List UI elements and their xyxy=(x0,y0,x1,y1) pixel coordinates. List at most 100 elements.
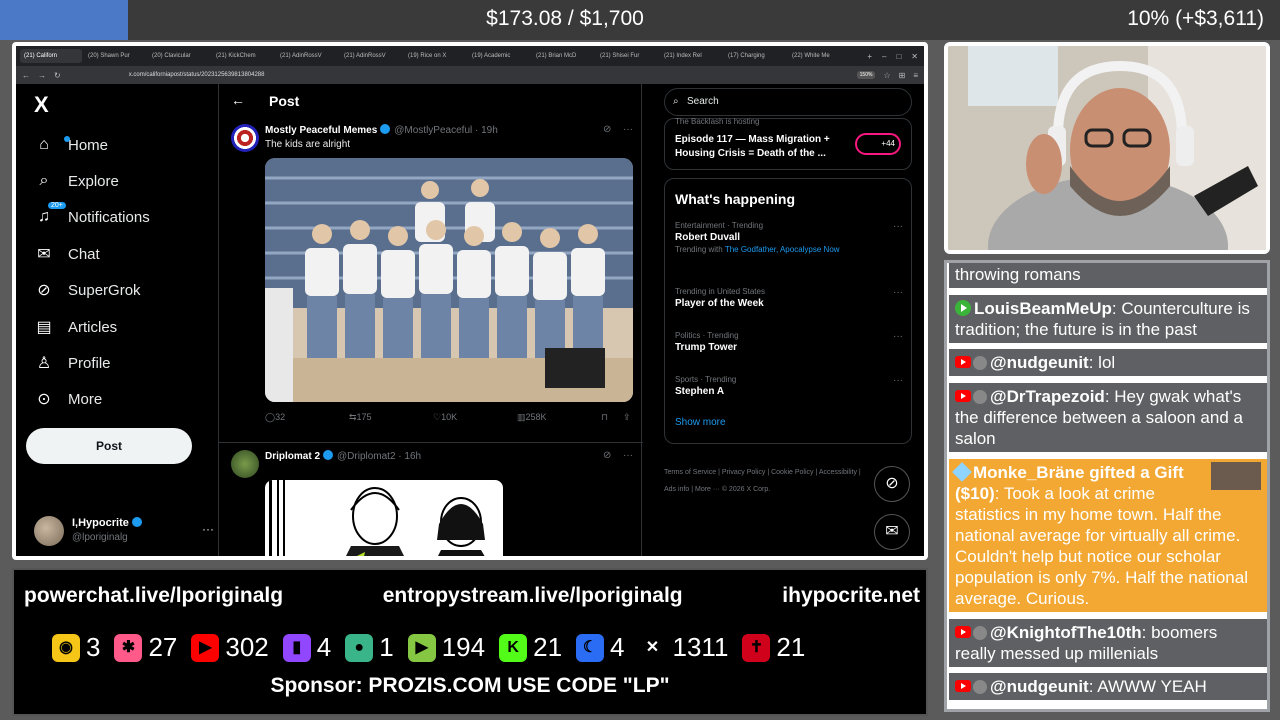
show-more-link[interactable]: Show more xyxy=(675,417,726,428)
browser-tab[interactable]: (20) Shawn Pur xyxy=(84,49,146,63)
post-avatar[interactable] xyxy=(231,124,259,152)
browser-tab[interactable]: (21) Brian McD xyxy=(532,49,594,63)
messages-fab-icon[interactable]: ✉ xyxy=(874,514,910,550)
post-1[interactable]: Mostly Peaceful Memes @MostlyPeaceful · 1… xyxy=(219,124,643,442)
heart-icon: ♡ xyxy=(433,412,442,422)
post-2[interactable]: Driplomat 2 @Driplomat2 · 16h ⊘ ··· xyxy=(219,450,643,556)
back-icon[interactable]: ← xyxy=(22,71,30,80)
close-icon[interactable]: ✕ xyxy=(911,52,918,61)
goal-amount: $173.08 / $1,700 xyxy=(486,7,644,30)
chat-message: @DrTrapezoid: Hey gwak what's the differ… xyxy=(949,383,1267,452)
bookmark-icon[interactable]: ⊓ xyxy=(601,412,623,423)
browser-tab[interactable]: (22) White Me xyxy=(788,49,850,63)
maximize-icon[interactable]: □ xyxy=(896,52,901,61)
more-circle-icon: ⊙ xyxy=(37,391,51,408)
chat-username: @DrTrapezoid xyxy=(990,387,1105,406)
more-dots-icon[interactable]: ··· xyxy=(893,375,903,386)
minimize-icon[interactable]: – xyxy=(882,52,886,61)
x-logo[interactable]: X xyxy=(34,92,49,118)
home-icon: ⌂ xyxy=(34,136,70,154)
browser-tab[interactable]: (17) Charging xyxy=(724,49,786,63)
browser-tab[interactable]: (21) AdinRossV xyxy=(276,49,338,63)
search-input[interactable]: ⌕ Search xyxy=(664,88,912,116)
nav-item-chat[interactable]: ✉ Chat xyxy=(34,239,99,269)
back-arrow-icon[interactable]: ← xyxy=(231,92,245,108)
reload-icon[interactable]: ↻ xyxy=(54,71,61,80)
trend-related-link[interactable]: The Godfather, Apocalypse Now xyxy=(725,245,840,254)
chat-message: LouisBeamMeUp: Counterculture is traditi… xyxy=(949,295,1267,343)
bell-icon: ♫ 20+ xyxy=(34,202,66,226)
url-field[interactable]: x.com/californiapost/status/202312563981… xyxy=(69,72,849,78)
count-value: 1311 xyxy=(672,632,729,662)
browser-tab[interactable]: (21) Shisei Fur xyxy=(596,49,658,63)
zoom-badge[interactable]: 150% xyxy=(856,71,876,79)
post-avatar[interactable] xyxy=(231,450,259,478)
nav-item-notifications[interactable]: ♫ 20+ Notifications xyxy=(34,202,150,232)
grok-icon[interactable]: ⊘ xyxy=(603,124,611,135)
share-icon[interactable]: ⇪ xyxy=(623,412,631,423)
listeners-pill[interactable]: +44 xyxy=(855,133,901,155)
browser-tab[interactable]: (20) Clavicular xyxy=(148,49,210,63)
nav-item-home[interactable]: ⌂ Home xyxy=(34,130,108,160)
post-author[interactable]: Driplomat 2 xyxy=(265,451,320,462)
nav-item-more[interactable]: ⊙ More xyxy=(34,384,102,414)
grok-icon[interactable]: ⊘ xyxy=(603,450,611,461)
browser-tab[interactable]: (19) Academic xyxy=(468,49,530,63)
nav-item-articles[interactable]: ▤ Articles xyxy=(34,312,117,342)
extension-icon[interactable]: ⊞ xyxy=(899,71,906,80)
repost-button[interactable]: ⇆ 175 xyxy=(349,412,433,423)
count-value: 4 xyxy=(316,632,332,662)
browser-tab[interactable]: (21) KickChem xyxy=(212,49,274,63)
browser-tab[interactable]: (19) Rice on X xyxy=(404,49,466,63)
more-dots-icon[interactable]: ··· xyxy=(623,450,633,461)
forward-icon[interactable]: → xyxy=(38,71,46,80)
footer-links[interactable]: Terms of Service | Privacy Policy | Cook… xyxy=(664,464,872,498)
trend-related-prefix: Trending with xyxy=(675,245,723,254)
nav-item-label: Home xyxy=(68,136,109,154)
trend-item[interactable]: Politics · Trending Trump Tower ··· xyxy=(675,331,903,353)
reply-button[interactable]: ◯ 32 xyxy=(265,412,349,423)
grok-fab-icon[interactable]: ⊘ xyxy=(874,466,910,502)
more-dots-icon[interactable]: ··· xyxy=(893,221,903,232)
post-image[interactable] xyxy=(265,158,633,402)
trend-item[interactable]: Sports · Trending Stephen A ··· xyxy=(675,375,903,397)
views-icon: ▥ xyxy=(517,412,526,422)
trend-item[interactable]: Entertainment · Trending Robert Duvall Tre… xyxy=(675,221,903,254)
like-button[interactable]: ♡ 10K xyxy=(433,412,517,423)
count-value: 21 xyxy=(533,632,563,662)
post-button[interactable]: Post xyxy=(26,428,192,464)
count-value: 21 xyxy=(776,632,806,662)
nav-item-explore[interactable]: ⌕ Explore xyxy=(34,166,119,196)
twitch-icon: ▮ xyxy=(282,633,311,662)
new-tab-icon[interactable]: + xyxy=(867,52,872,61)
trend-item[interactable]: Trending in United States Player of the W… xyxy=(675,287,903,309)
space-card[interactable]: The Backlash is hosting Episode 117 — Ma… xyxy=(664,117,912,170)
more-dots-icon[interactable]: ··· xyxy=(202,522,214,536)
post-handle[interactable]: @MostlyPeaceful · 19h xyxy=(394,125,498,136)
gift-diamond-icon xyxy=(952,462,972,482)
menu-icon[interactable]: ≡ xyxy=(913,71,918,80)
platform-count: ◉ 3 xyxy=(52,632,100,663)
nav-item-profile[interactable]: ♙ Profile xyxy=(34,348,111,378)
browser-tab[interactable]: (21) Californ xyxy=(20,49,82,63)
sponsor-text: Sponsor: PROZIS.COM USE CODE "LP" xyxy=(270,674,670,697)
chat-text: : lol xyxy=(1088,353,1116,372)
browser-tab[interactable]: (21) Index Rel xyxy=(660,49,722,63)
post-author[interactable]: Mostly Peaceful Memes xyxy=(265,125,377,136)
account-switcher[interactable]: I,Hypocrite @lporiginalg ··· xyxy=(34,514,214,548)
tab-strip: (21) Californ (20) Shawn Pur (20) Clavicul… xyxy=(16,46,924,66)
more-dots-icon[interactable]: ··· xyxy=(623,124,633,135)
person-icon: ♙ xyxy=(36,355,52,372)
post-handle[interactable]: @Driplomat2 · 16h xyxy=(337,451,421,462)
youtube-icon xyxy=(955,626,971,638)
views-button[interactable]: ▥ 258K xyxy=(517,412,601,423)
globe-app-icon: ● xyxy=(345,633,374,662)
more-dots-icon[interactable]: ··· xyxy=(893,287,903,298)
kick-icon: K xyxy=(499,633,528,662)
donation-goal-bar: $173.08 / $1,700 10% (+$3,611) xyxy=(0,0,1280,40)
post-image[interactable] xyxy=(265,480,503,556)
more-dots-icon[interactable]: ··· xyxy=(893,331,903,342)
star-icon[interactable]: ☆ xyxy=(883,71,890,80)
nav-item-supergrok[interactable]: ⊘ SuperGrok xyxy=(34,275,140,305)
browser-tab[interactable]: (21) AdinRossV xyxy=(340,49,402,63)
